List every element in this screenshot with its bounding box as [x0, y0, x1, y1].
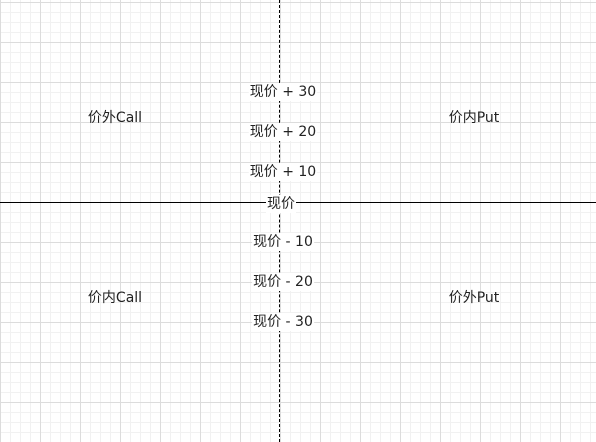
diagram-canvas: 价外Call 价内Put 价内Call 价外Put 现价 + 30 现价 + 2…	[0, 0, 596, 442]
quadrant-label-top-right: 价内Put	[448, 110, 500, 126]
price-level-plus-30: 现价 + 30	[248, 83, 318, 101]
quadrant-label-bottom-right: 价外Put	[448, 290, 500, 306]
price-level-plus-10: 现价 + 10	[248, 163, 318, 181]
quadrant-label-bottom-left: 价内Call	[87, 290, 143, 306]
vertical-dashed-axis-line	[279, 0, 280, 442]
horizontal-axis-line	[0, 202, 596, 203]
price-level-minus-10: 现价 - 10	[252, 233, 314, 251]
price-level-minus-30: 现价 - 30	[252, 313, 314, 331]
price-level-plus-20: 现价 + 20	[248, 123, 318, 141]
price-level-minus-20: 现价 - 20	[252, 273, 314, 291]
quadrant-label-top-left: 价外Call	[87, 110, 143, 126]
current-price-label: 现价	[266, 195, 296, 213]
